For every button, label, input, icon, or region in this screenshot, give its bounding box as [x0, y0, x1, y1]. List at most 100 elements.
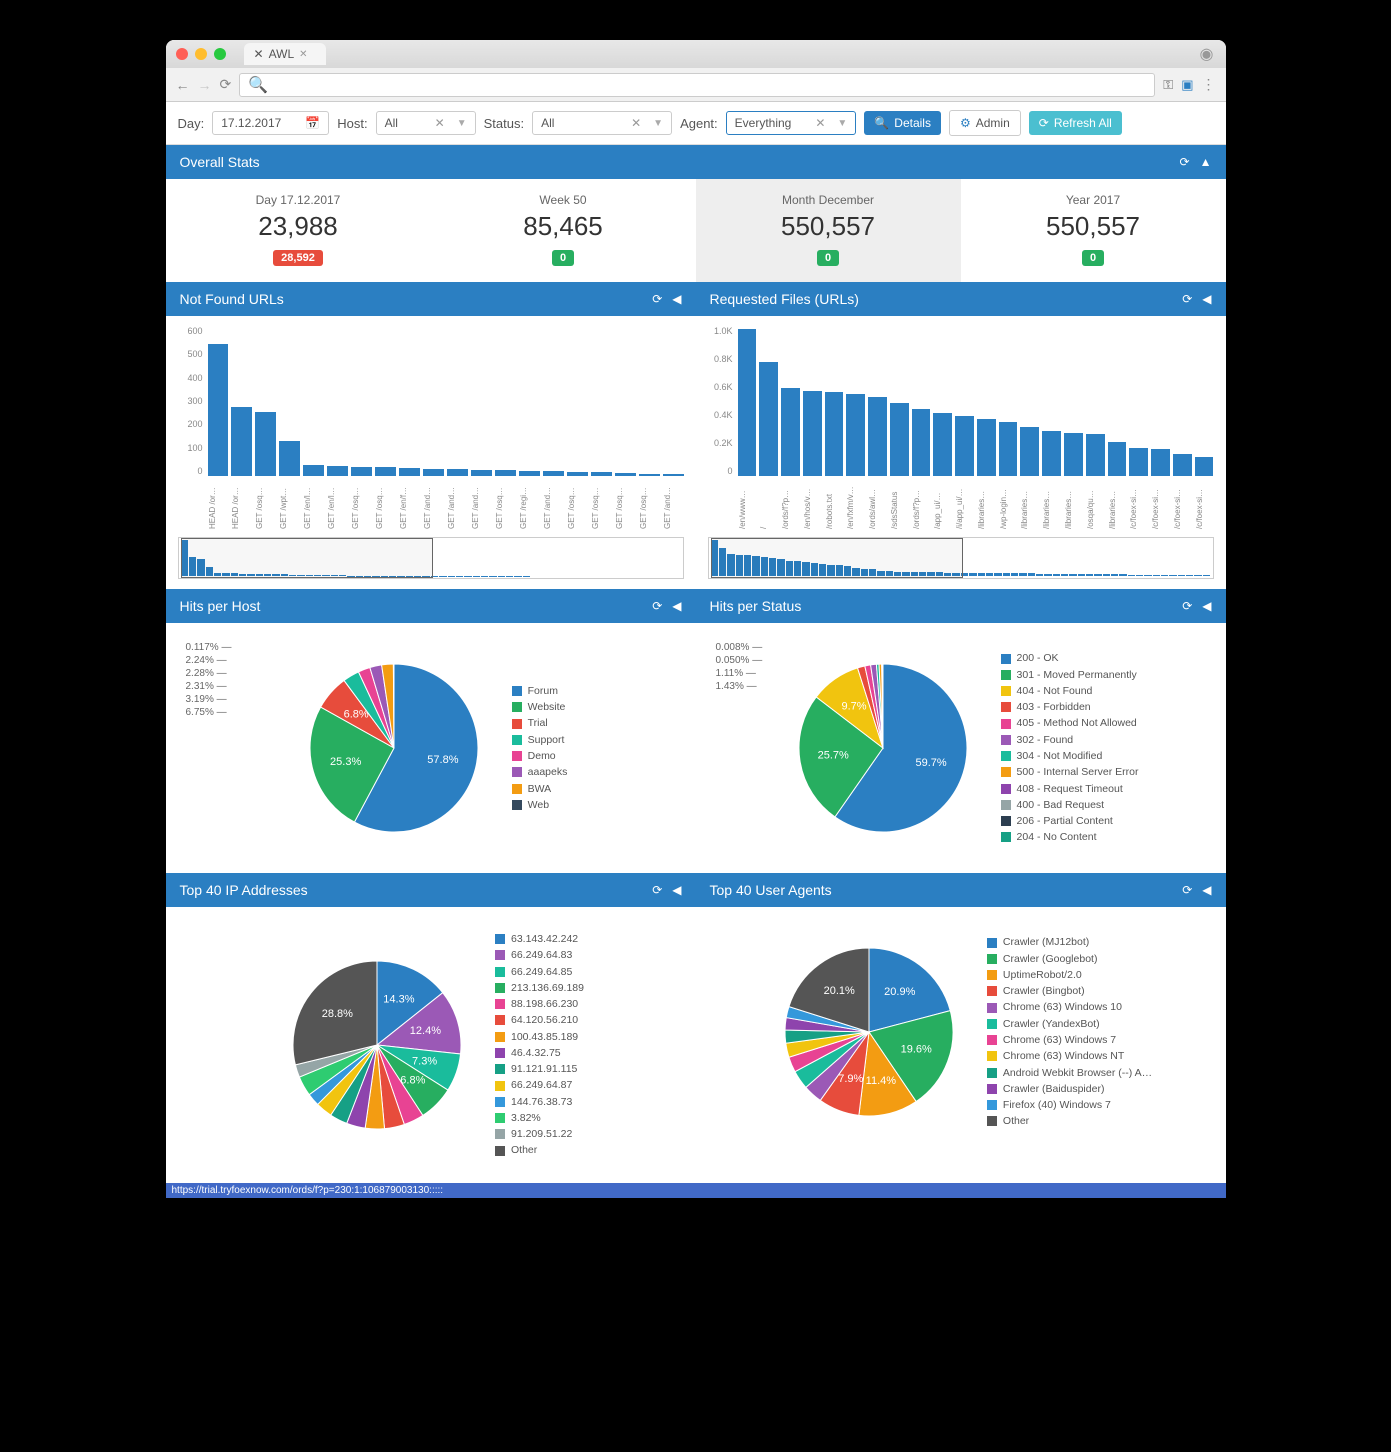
legend-item[interactable]: 206 - Partial Content	[1001, 813, 1139, 829]
status-select[interactable]: All ✕ ▼	[532, 111, 672, 135]
legend-item[interactable]: Other	[495, 1142, 584, 1158]
legend-item[interactable]: Other	[987, 1113, 1152, 1129]
legend-item[interactable]: Firefox (40) Windows 7	[987, 1097, 1152, 1113]
legend-item[interactable]: 302 - Found	[1001, 732, 1139, 748]
bar[interactable]	[447, 469, 468, 476]
collapse-icon[interactable]: ◀	[672, 599, 681, 613]
legend-item[interactable]: Web	[512, 797, 568, 813]
minimap-selection[interactable]	[711, 538, 963, 578]
forward-icon[interactable]: →	[198, 77, 212, 93]
legend-item[interactable]: Chrome (63) Windows 10	[987, 999, 1152, 1015]
bar[interactable]	[639, 474, 660, 477]
browser-tab[interactable]: ✕ AWL ✕	[244, 43, 326, 65]
legend-item[interactable]: 403 - Forbidden	[1001, 699, 1139, 715]
clear-icon[interactable]: ✕	[815, 116, 825, 130]
legend-item[interactable]: Demo	[512, 748, 568, 764]
bar[interactable]	[591, 472, 612, 476]
stat-card[interactable]: Month December 550,557 0	[696, 179, 961, 282]
stat-card[interactable]: Year 2017 550,557 0	[961, 179, 1226, 282]
legend-item[interactable]: Crawler (Googlebot)	[987, 951, 1152, 967]
legend-item[interactable]: 66.249.64.85	[495, 964, 584, 980]
back-icon[interactable]: ←	[176, 77, 190, 93]
refresh-icon[interactable]: ⟳	[1180, 155, 1190, 169]
legend-item[interactable]: 144.76.38.73	[495, 1094, 584, 1110]
collapse-icon[interactable]: ▲	[1200, 155, 1212, 169]
refresh-button[interactable]: ⟳ Refresh All	[1029, 111, 1122, 135]
refresh-icon[interactable]: ⟳	[1182, 292, 1192, 306]
legend-item[interactable]: BWA	[512, 781, 568, 797]
bar[interactable]	[327, 466, 348, 476]
legend-item[interactable]: 405 - Method Not Allowed	[1001, 715, 1139, 731]
bar[interactable]	[351, 467, 372, 477]
bar[interactable]	[471, 470, 492, 477]
legend-item[interactable]: aaapeks	[512, 764, 568, 780]
bar[interactable]	[1108, 442, 1127, 477]
bar[interactable]	[759, 362, 778, 476]
refresh-icon[interactable]: ⟳	[1182, 883, 1192, 897]
legend-item[interactable]: UptimeRobot/2.0	[987, 967, 1152, 983]
collapse-icon[interactable]: ◀	[1202, 292, 1211, 306]
clear-icon[interactable]: ✕	[631, 116, 641, 130]
bar[interactable]	[423, 469, 444, 477]
bar[interactable]	[208, 344, 229, 477]
bar[interactable]	[781, 388, 800, 477]
legend-item[interactable]: 91.209.51.22	[495, 1126, 584, 1142]
host-select[interactable]: All ✕ ▼	[376, 111, 476, 135]
legend-item[interactable]: 400 - Bad Request	[1001, 797, 1139, 813]
legend-item[interactable]: 200 - OK	[1001, 650, 1139, 666]
reload-icon[interactable]: ⟳	[220, 76, 232, 93]
day-picker[interactable]: 17.12.2017 📅	[212, 111, 329, 135]
bar[interactable]	[1020, 427, 1039, 477]
bar[interactable]	[738, 329, 757, 476]
bar[interactable]	[615, 473, 636, 476]
bar[interactable]	[303, 465, 324, 476]
legend-item[interactable]: 204 - No Content	[1001, 829, 1139, 845]
legend-item[interactable]: Crawler (MJ12bot)	[987, 934, 1152, 950]
extension-icon[interactable]: ▣	[1181, 77, 1193, 93]
user-icon[interactable]: ◉	[1200, 44, 1214, 64]
bar[interactable]	[495, 470, 516, 476]
legend-item[interactable]: Android Webkit Browser (--) A…	[987, 1065, 1152, 1081]
legend-item[interactable]: 88.198.66.230	[495, 996, 584, 1012]
collapse-icon[interactable]: ◀	[672, 292, 681, 306]
stat-card[interactable]: Week 50 85,465 0	[431, 179, 696, 282]
bar[interactable]	[663, 474, 684, 476]
legend-item[interactable]: 500 - Internal Server Error	[1001, 764, 1139, 780]
collapse-icon[interactable]: ◀	[672, 883, 681, 897]
minimap[interactable]	[178, 537, 684, 579]
legend-item[interactable]: 404 - Not Found	[1001, 683, 1139, 699]
bar[interactable]	[519, 471, 540, 477]
bar[interactable]	[567, 472, 588, 477]
legend-item[interactable]: 63.143.42.242	[495, 931, 584, 947]
bar[interactable]	[846, 394, 865, 477]
bar[interactable]	[977, 419, 996, 476]
refresh-icon[interactable]: ⟳	[652, 599, 662, 613]
legend-item[interactable]: Trial	[512, 715, 568, 731]
bar[interactable]	[912, 409, 931, 477]
bar[interactable]	[999, 422, 1018, 476]
legend-item[interactable]: 64.120.56.210	[495, 1012, 584, 1028]
legend-item[interactable]: 91.121.91.115	[495, 1061, 584, 1077]
bar[interactable]	[1129, 448, 1148, 477]
details-button[interactable]: 🔍 Details	[864, 111, 941, 135]
legend-item[interactable]: Chrome (63) Windows NT	[987, 1048, 1152, 1064]
legend-item[interactable]: 304 - Not Modified	[1001, 748, 1139, 764]
legend-item[interactable]: 3.82%	[495, 1110, 584, 1126]
menu-icon[interactable]: ⋮	[1202, 76, 1216, 93]
stat-card[interactable]: Day 17.12.2017 23,988 28,592	[166, 179, 431, 282]
bar[interactable]	[1086, 434, 1105, 476]
bar[interactable]	[399, 468, 420, 476]
bar[interactable]	[868, 397, 887, 477]
refresh-icon[interactable]: ⟳	[652, 883, 662, 897]
bar[interactable]	[933, 413, 952, 476]
bar[interactable]	[1042, 431, 1061, 476]
minimap-selection[interactable]	[181, 538, 433, 578]
minimap[interactable]	[708, 537, 1214, 579]
bar[interactable]	[279, 441, 300, 476]
address-bar[interactable]: 🔍	[239, 73, 1155, 97]
bar[interactable]	[1064, 433, 1083, 477]
bar[interactable]	[955, 416, 974, 476]
legend-item[interactable]: Chrome (63) Windows 7	[987, 1032, 1152, 1048]
legend-item[interactable]: Website	[512, 699, 568, 715]
close-icon[interactable]	[176, 48, 188, 60]
